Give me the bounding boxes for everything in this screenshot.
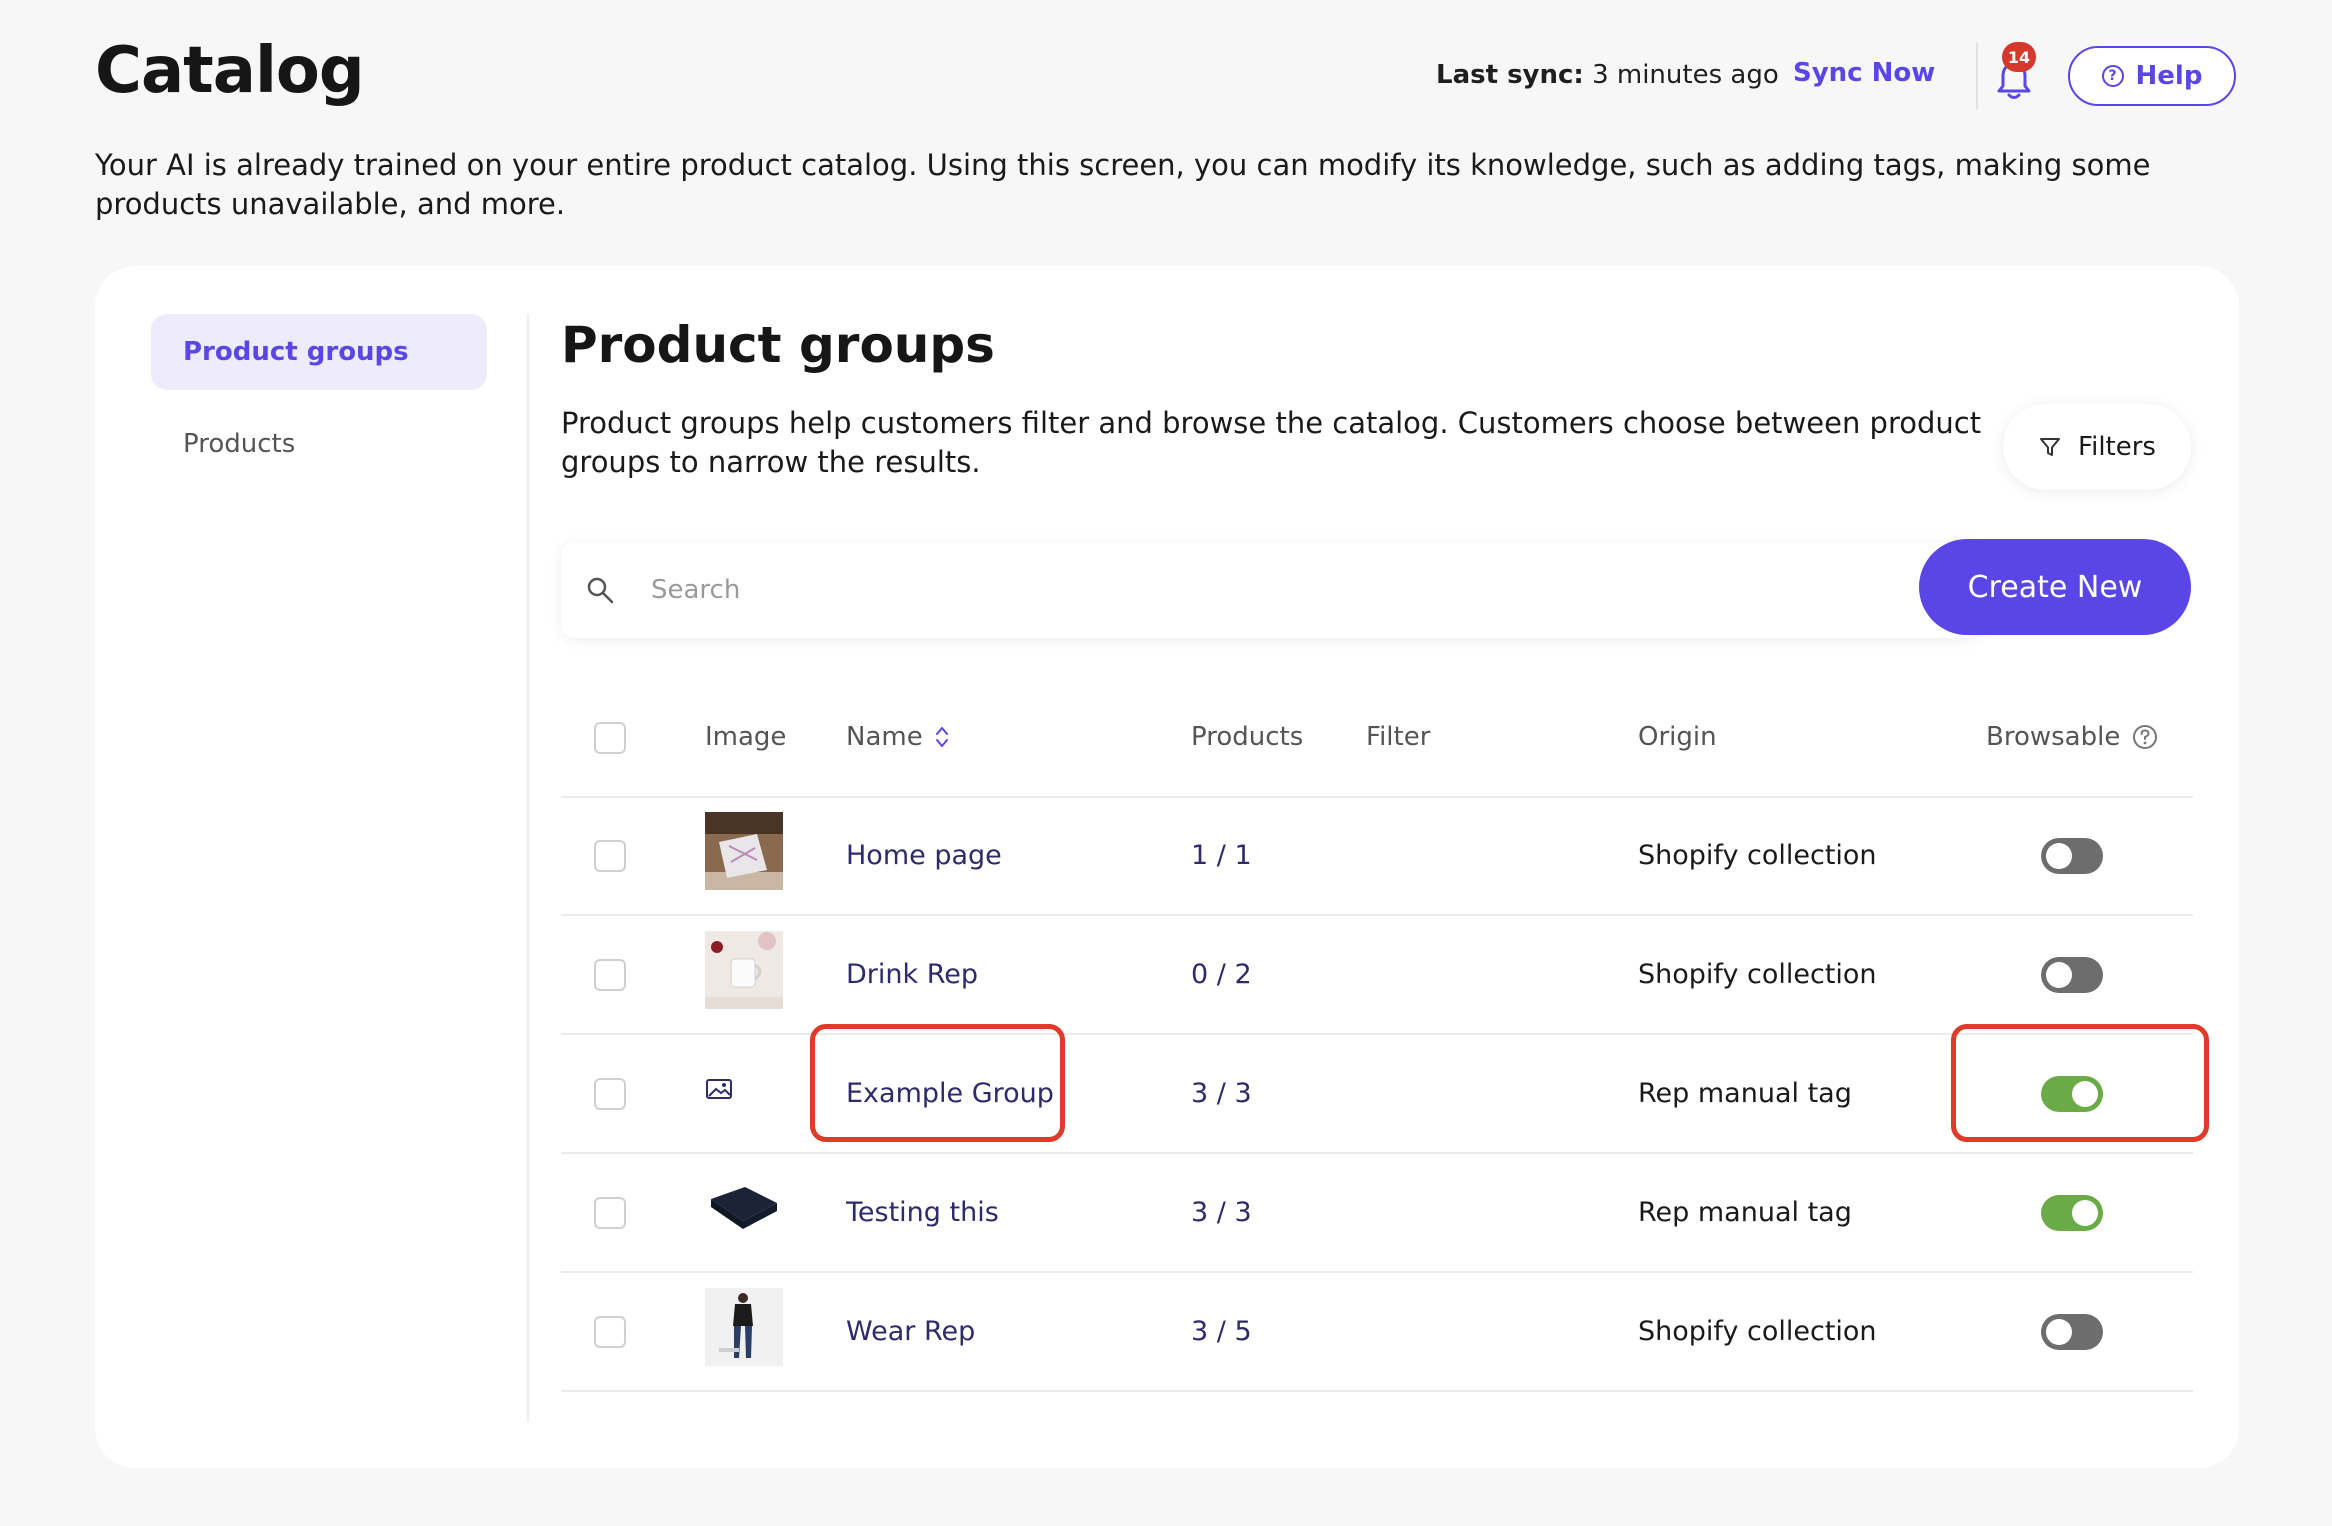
column-header-label: Filter	[1366, 722, 1431, 752]
toggle-knob	[2046, 962, 2072, 988]
row-divider	[561, 1390, 2193, 1392]
notification-count-badge: 14	[2002, 42, 2036, 72]
question-icon: ?	[2101, 65, 2124, 87]
column-header-label: Products	[1191, 722, 1304, 752]
filter-icon	[2040, 438, 2061, 456]
browsable-toggle[interactable]	[2041, 957, 2103, 993]
product-group-image	[705, 931, 783, 1009]
section-title: Product groups	[561, 316, 995, 374]
column-header-label: Image	[705, 722, 787, 752]
sidebar-item-products[interactable]: Products	[151, 406, 487, 482]
mug-photo	[705, 931, 783, 1009]
header-divider-line	[561, 796, 2193, 798]
column-header-products: Products	[1191, 722, 1303, 752]
column-header-image: Image	[705, 722, 786, 752]
product-group-image	[705, 1169, 783, 1247]
last-sync-status: Last sync: 3 minutes ago	[1436, 60, 1779, 90]
image-placeholder-icon	[705, 1078, 735, 1106]
search-icon	[587, 577, 614, 604]
origin-value: Shopify collection	[1638, 840, 1877, 871]
row-divider	[561, 1033, 2193, 1035]
column-header-origin: Origin	[1638, 722, 1717, 752]
browsable-toggle[interactable]	[2041, 1195, 2103, 1231]
intro-text: Your AI is already trained on your entir…	[95, 148, 2151, 221]
column-header-label: Origin	[1638, 722, 1717, 752]
row-divider	[561, 1152, 2193, 1154]
sort-icon	[935, 727, 948, 747]
help-button[interactable]: ? Help	[2068, 46, 2236, 106]
group-name-link[interactable]: Drink Rep	[846, 959, 978, 990]
column-header-filter: Filter	[1366, 722, 1430, 752]
page-title: Catalog	[95, 34, 365, 108]
origin-value: Rep manual tag	[1638, 1197, 1852, 1228]
wallet-photo	[705, 1169, 783, 1247]
group-name-link[interactable]: Home page	[846, 840, 1002, 871]
search-input[interactable]	[649, 574, 1853, 606]
filters-button[interactable]: Filters	[2003, 404, 2191, 490]
header-divider	[1976, 42, 1978, 110]
product-count[interactable]: 3 / 3	[1191, 1078, 1252, 1109]
row-checkbox[interactable]	[594, 1078, 626, 1110]
pillow-photo	[705, 812, 783, 890]
sync-now-button[interactable]: Sync Now	[1793, 58, 1935, 88]
browsable-toggle[interactable]	[2041, 1076, 2103, 1112]
catalog-card: Product groups Products Product groups P…	[95, 266, 2239, 1468]
row-divider	[561, 914, 2193, 916]
group-name-link[interactable]: Example Group	[846, 1078, 1054, 1109]
sidebar-item-label: Product groups	[183, 337, 409, 367]
search-box	[561, 542, 1981, 638]
create-new-button[interactable]: Create New	[1919, 539, 2191, 635]
column-header-label: Name	[846, 722, 923, 752]
column-header-label: Browsable	[1986, 722, 2121, 752]
row-checkbox[interactable]	[594, 1316, 626, 1348]
browsable-toggle[interactable]	[2041, 1314, 2103, 1350]
help-label: Help	[2135, 61, 2203, 91]
select-all-checkbox[interactable]	[594, 722, 626, 754]
origin-value: Shopify collection	[1638, 959, 1877, 990]
product-count[interactable]: 3 / 3	[1191, 1197, 1252, 1228]
product-count[interactable]: 1 / 1	[1191, 840, 1252, 871]
row-divider	[561, 1271, 2193, 1273]
product-group-image	[705, 812, 783, 890]
browsable-toggle[interactable]	[2041, 838, 2103, 874]
filters-label: Filters	[2078, 432, 2156, 462]
last-sync-value: 3 minutes ago	[1592, 60, 1779, 90]
column-header-name[interactable]: Name	[846, 722, 949, 752]
sidebar-item-label: Products	[183, 429, 296, 459]
section-description: Product groups help customers filter and…	[561, 406, 1982, 479]
origin-value: Rep manual tag	[1638, 1078, 1852, 1109]
toggle-knob	[2046, 843, 2072, 869]
row-checkbox[interactable]	[594, 1197, 626, 1229]
help-circle-icon[interactable]	[2132, 724, 2158, 750]
sidebar-item-product-groups[interactable]: Product groups	[151, 314, 487, 390]
product-count[interactable]: 0 / 2	[1191, 959, 1252, 990]
toggle-knob	[2046, 1319, 2072, 1345]
apparel-photo	[705, 1288, 783, 1366]
toggle-knob	[2072, 1081, 2098, 1107]
origin-value: Shopify collection	[1638, 1316, 1877, 1347]
last-sync-label: Last sync:	[1436, 60, 1584, 90]
product-count[interactable]: 3 / 5	[1191, 1316, 1252, 1347]
row-checkbox[interactable]	[594, 840, 626, 872]
sidebar-divider	[527, 314, 529, 1422]
product-group-image	[705, 1288, 783, 1366]
row-checkbox[interactable]	[594, 959, 626, 991]
group-name-link[interactable]: Wear Rep	[846, 1316, 975, 1347]
column-header-browsable: Browsable	[1986, 722, 2158, 752]
toggle-knob	[2072, 1200, 2098, 1226]
group-name-link[interactable]: Testing this	[846, 1197, 999, 1228]
